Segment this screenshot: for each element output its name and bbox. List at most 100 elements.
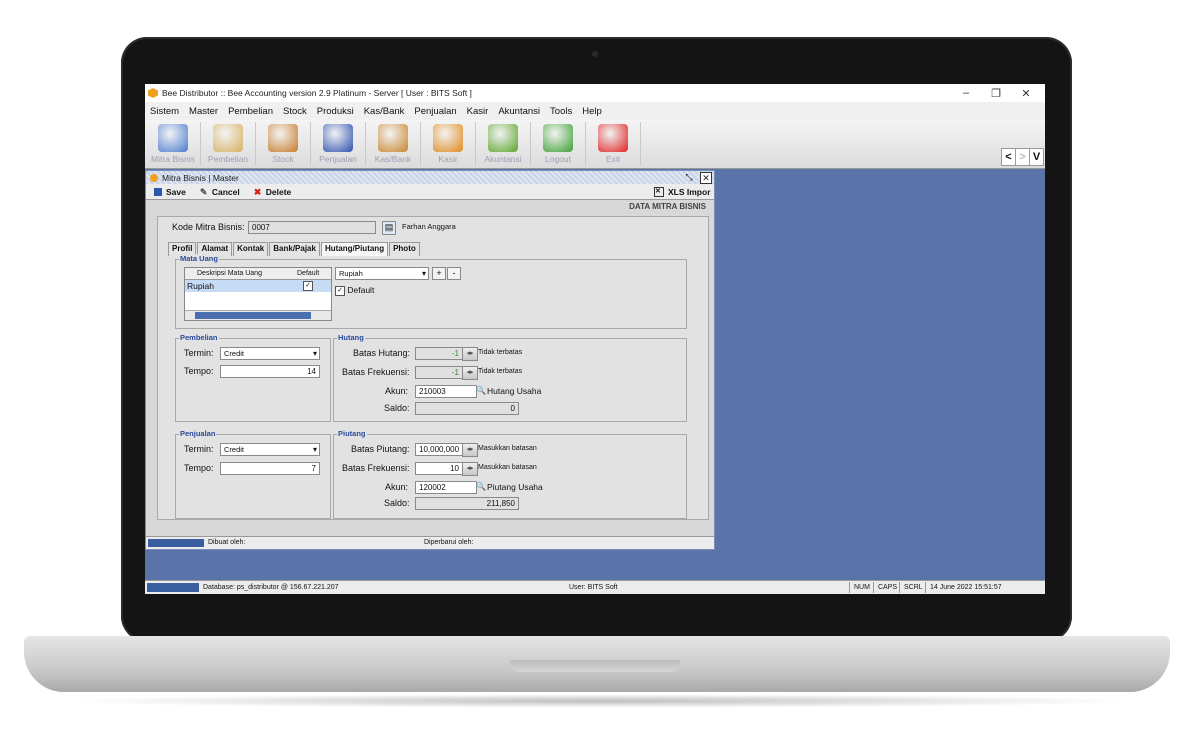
batas-hutang-input[interactable]: -1 — [415, 347, 463, 360]
child-title: Mitra Bisnis | Master — [162, 172, 239, 183]
hutang-frekuensi-note: Tidak terbatas — [478, 368, 523, 375]
menu-pembelian[interactable]: Pembelian — [228, 106, 273, 117]
close-child-icon[interactable]: ✕ — [700, 172, 712, 184]
batas-piutang-label: Batas Piutang: — [351, 444, 410, 454]
menu-sistem[interactable]: Sistem — [150, 106, 179, 117]
menu-stock[interactable]: Stock — [283, 106, 307, 117]
cancel-label: Cancel — [211, 186, 240, 197]
piutang-frekuensi-label: Batas Frekuensi: — [342, 463, 410, 473]
menu-akuntansi[interactable]: Akuntansi — [498, 106, 540, 117]
piutang-akun-label: Akun: — [385, 482, 409, 492]
batas-piutang-input[interactable]: 10,000,000 — [415, 443, 463, 456]
hutang-akun-input[interactable]: 210003 — [415, 385, 477, 398]
laptop-notch — [510, 660, 680, 672]
piutang-frekuensi-input[interactable]: 10 — [415, 462, 463, 475]
window-icon — [150, 173, 158, 182]
restore-child-icon[interactable]: ⤡ — [684, 172, 694, 182]
toolbar-penjualan-button[interactable]: Penjualan — [311, 122, 366, 166]
add-currency-button[interactable]: + — [432, 267, 446, 280]
tab-bank-pajak[interactable]: Bank/Pajak — [269, 242, 320, 256]
penjualan-tempo-input[interactable]: 7 — [220, 462, 320, 475]
status-indicator — [147, 583, 199, 592]
pembelian-tempo-input[interactable]: 14 — [220, 365, 320, 378]
cancel-button[interactable]: ✎ Cancel — [200, 187, 240, 197]
batas-piutang-spin-icon[interactable]: ◂▸ — [462, 443, 478, 457]
toolbar-kas-bank-button[interactable]: Kas/Bank — [366, 122, 421, 166]
piutang-saldo-value: 211,850 — [415, 497, 519, 510]
penjualan-termin-select[interactable]: Credit — [220, 443, 320, 456]
search-icon[interactable]: 🔍 — [476, 482, 486, 491]
default-label: Default — [347, 285, 375, 295]
piutang-akun-input[interactable]: 120002 — [415, 481, 477, 494]
pembelian-termin-select[interactable]: Credit — [220, 347, 320, 360]
toolbar-pembelian-button[interactable]: Pembelian — [201, 122, 256, 166]
toolbar-akuntansi-button[interactable]: Akuntansi — [476, 122, 531, 166]
toolbar-mitra-bisnis-button[interactable]: Mitra Bisnis — [146, 122, 201, 166]
nav-down-button[interactable]: V — [1029, 148, 1044, 166]
toolbar-exit-button[interactable]: Exit — [586, 122, 641, 166]
penjualan-tempo-label: Tempo: — [184, 463, 214, 473]
penjualan-title: Penjualan — [179, 429, 217, 438]
menu-produksi[interactable]: Produksi — [317, 106, 354, 117]
child-titlebar: Mitra Bisnis | Master ⤡ ✕ — [146, 171, 714, 184]
cancel-icon: ✎ — [199, 186, 208, 197]
scroll-lock: SCRL — [899, 582, 923, 593]
toolbar-kasir-button[interactable]: Kasir — [421, 122, 476, 166]
close-button[interactable]: ✕ — [1011, 84, 1041, 102]
mitra-bisnis-window: Mitra Bisnis | Master ⤡ ✕ Save ✎ Cancel … — [145, 170, 715, 550]
toolbar-logout-button[interactable]: Logout — [531, 122, 586, 166]
action-bar: Save ✎ Cancel ✖ Delete ✕ XLS Impor — [146, 184, 714, 200]
default-checkbox[interactable]: ✓ — [335, 285, 345, 296]
mata-uang-title: Mata Uang — [179, 254, 219, 263]
nav-next-button[interactable]: > — [1015, 148, 1030, 166]
toolbar-label: Exit — [605, 154, 621, 164]
caps-lock: CAPS — [873, 582, 897, 593]
menu-kasir[interactable]: Kasir — [467, 106, 489, 117]
hutang-frekuensi-spin-icon[interactable]: ◂▸ — [462, 366, 478, 380]
horizontal-scrollbar[interactable] — [185, 310, 331, 320]
scroll-thumb[interactable] — [195, 312, 311, 319]
batas-hutang-label: Batas Hutang: — [353, 348, 411, 358]
delete-button[interactable]: ✖ Delete — [254, 187, 292, 197]
xls-import-button[interactable]: ✕ XLS Impor — [654, 186, 711, 197]
row-default-checkbox[interactable]: ✓ — [303, 281, 313, 291]
nav-prev-button[interactable]: < — [1001, 148, 1016, 166]
toolbar-stock-button[interactable]: Stock — [256, 122, 311, 166]
search-icon[interactable]: 🔍 — [476, 386, 486, 395]
minimize-button[interactable]: – — [951, 84, 981, 102]
tab-photo[interactable]: Photo — [389, 242, 420, 256]
menu-tools[interactable]: Tools — [550, 106, 572, 117]
toolbar-label: Stock — [272, 154, 294, 164]
users-icon — [158, 124, 188, 152]
menu-help[interactable]: Help — [582, 106, 602, 117]
kode-input[interactable]: 0007 — [248, 221, 376, 234]
hutang-frekuensi-input[interactable]: -1 — [415, 366, 463, 379]
col-default: Default — [297, 270, 320, 277]
restore-button[interactable]: ❐ — [981, 84, 1011, 102]
table-row[interactable]: Rupiah ✓ — [185, 280, 331, 292]
menu-bar: Sistem Master Pembelian Stock Produksi K… — [145, 102, 1045, 120]
save-button[interactable]: Save — [154, 187, 186, 197]
menu-penjualan[interactable]: Penjualan — [414, 106, 456, 117]
hutang-akun-label: Akun: — [385, 386, 409, 396]
toolbar-label: Logout — [545, 154, 571, 164]
save-label: Save — [166, 186, 186, 197]
logout-icon — [543, 124, 573, 152]
tab-hutang-piutang[interactable]: Hutang/Piutang — [320, 242, 389, 256]
screen: Bee Distributor :: Bee Accounting versio… — [145, 84, 1045, 594]
batas-hutang-spin-icon[interactable]: ◂▸ — [462, 347, 478, 361]
currency-select[interactable]: Rupiah — [335, 267, 429, 280]
menu-master[interactable]: Master — [189, 106, 218, 117]
tab-kontak[interactable]: Kontak — [233, 242, 269, 256]
grid-header: Deskripsi Mata Uang Default — [185, 268, 331, 280]
laptop-shadow — [60, 694, 1140, 708]
lookup-icon[interactable]: ▤ — [382, 221, 396, 235]
app-titlebar: Bee Distributor :: Bee Accounting versio… — [145, 84, 1045, 102]
piutang-frekuensi-spin-icon[interactable]: ◂▸ — [462, 462, 478, 476]
cart-icon — [433, 124, 463, 152]
default-checkbox-row[interactable]: ✓ Default — [335, 285, 374, 296]
toolbar-label: Akuntansi — [484, 154, 522, 164]
remove-currency-button[interactable]: - — [447, 267, 461, 280]
toolbar-label: Pembelian — [207, 154, 249, 164]
menu-kas-bank[interactable]: Kas/Bank — [364, 106, 405, 117]
